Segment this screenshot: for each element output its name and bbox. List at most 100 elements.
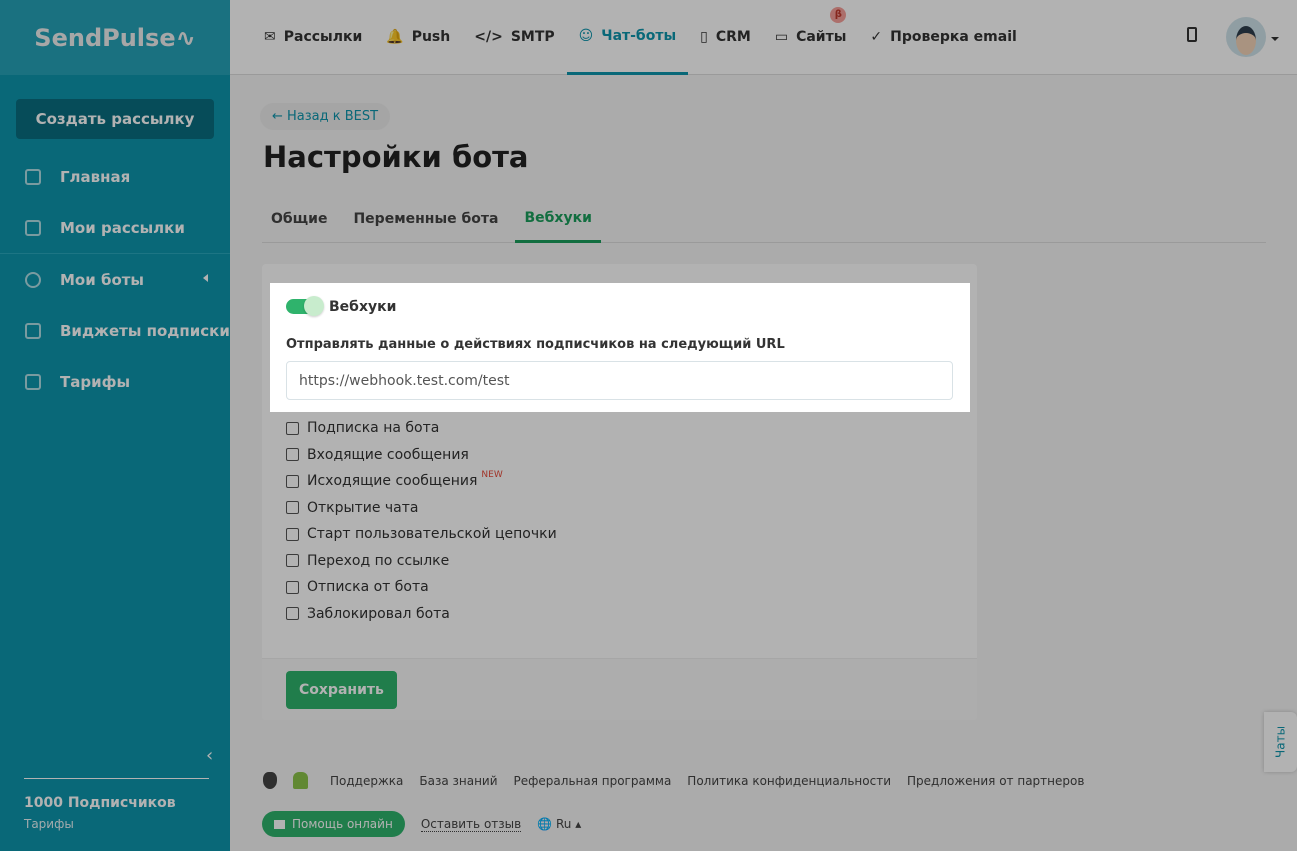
sidebar-item-bots[interactable]: Мои боты xyxy=(0,254,230,305)
highlighted-webhook-settings: Вебхуки Отправлять данные о действиях по… xyxy=(270,283,970,412)
topnav-label: Проверка email xyxy=(890,29,1017,45)
collapse-sidebar-icon[interactable]: ‹ xyxy=(206,745,213,766)
language-selector[interactable]: Ru xyxy=(556,817,571,831)
sidebar-item-campaigns[interactable]: Мои рассылки xyxy=(0,202,230,253)
topnav-email-verify[interactable]: ✓ Проверка email xyxy=(858,0,1028,75)
sidebar-item-home[interactable]: Главная xyxy=(0,151,230,202)
pulse-icon: ∿ xyxy=(175,23,196,52)
sidebar-item-label: Главная xyxy=(60,167,131,186)
checkbox[interactable] xyxy=(286,607,299,621)
leave-review-link[interactable]: Оставить отзыв xyxy=(420,817,522,832)
sidebar-item-widgets[interactable]: Виджеты подписки xyxy=(0,305,230,356)
event-label: Отписка от бота xyxy=(307,579,429,596)
create-campaign-button[interactable]: Создать рассылку xyxy=(16,99,214,139)
footer-link-knowledge-base[interactable]: База знаний xyxy=(419,774,497,788)
globe-icon: 🌐 xyxy=(537,817,556,831)
event-incoming[interactable]: Входящие сообщения xyxy=(286,442,557,469)
event-open-chat[interactable]: Открытие чата xyxy=(286,495,557,522)
event-unsubscribe[interactable]: Отписка от бота xyxy=(286,574,557,601)
topnav-label: Чат-боты xyxy=(601,27,677,44)
topnav-label: Push xyxy=(411,29,451,45)
topnav-sites[interactable]: ▭ Сайты β xyxy=(763,0,859,75)
avatar[interactable] xyxy=(1226,17,1266,57)
sidebar-item-pricing[interactable]: Тарифы xyxy=(0,356,230,407)
topnav-crm[interactable]: ▯ CRM xyxy=(688,0,763,75)
sidebar: SendPulse ∿ Создать рассылку Главная Мои … xyxy=(0,0,230,851)
event-label: Заблокировал бота xyxy=(307,605,450,622)
footer-link-referral[interactable]: Реферальная программа xyxy=(514,774,672,788)
widget-icon xyxy=(25,322,41,339)
tab-webhooks[interactable]: Вебхуки xyxy=(515,195,601,243)
footer-link-privacy[interactable]: Политика конфиденциальности xyxy=(687,774,891,788)
event-label: Переход по ссылке xyxy=(307,552,450,569)
topnav-label: Сайты xyxy=(796,29,847,45)
apple-icon[interactable] xyxy=(263,772,277,789)
event-outgoing[interactable]: Исходящие сообщения NEW xyxy=(286,468,557,495)
android-icon[interactable] xyxy=(293,772,308,789)
tab-bot-variables[interactable]: Переменные бота xyxy=(344,195,507,243)
checkbox[interactable] xyxy=(286,448,299,462)
topnav-label: SMTP xyxy=(510,29,555,45)
logo[interactable]: SendPulse ∿ xyxy=(0,0,230,75)
event-link-click[interactable]: Переход по ссылке xyxy=(286,548,557,575)
subscriber-count: 1000 Подписчиков xyxy=(24,795,176,811)
topnav-chatbots[interactable]: ☺ Чат-боты xyxy=(566,0,689,75)
checkbox[interactable] xyxy=(286,421,299,435)
checkbox[interactable] xyxy=(286,580,299,594)
help-online-button[interactable]: Помощь онлайн xyxy=(262,811,405,837)
webhooks-toggle[interactable] xyxy=(286,296,324,316)
top-nav: ✉ Рассылки 🔔 Push </> SMTP ☺ Чат-боты ▯ CRM ▭… xyxy=(230,0,1297,75)
event-blocked[interactable]: Заблокировал бота xyxy=(286,601,557,628)
event-label: Исходящие сообщения xyxy=(307,473,478,490)
footer-links: Поддержка База знаний Реферальная програ… xyxy=(263,772,1100,789)
event-label: Старт пользовательской цепочки xyxy=(307,526,557,543)
mail-icon: ✉ xyxy=(264,29,276,45)
topnav-campaigns[interactable]: ✉ Рассылки xyxy=(252,0,374,75)
chat-bubble-icon xyxy=(274,819,285,829)
crm-icon: ▯ xyxy=(700,29,708,45)
checkbox[interactable] xyxy=(286,527,299,541)
event-subscribe[interactable]: Подписка на бота xyxy=(286,415,557,442)
code-icon: </> xyxy=(474,29,503,45)
sidebar-item-label: Мои рассылки xyxy=(60,218,185,237)
sidebar-item-label: Тарифы xyxy=(60,372,131,391)
topnav-push[interactable]: 🔔 Push xyxy=(374,0,462,75)
chatbot-icon: ☺ xyxy=(578,27,594,44)
check-circle-icon: ✓ xyxy=(870,29,883,45)
help-label: Помощь онлайн xyxy=(292,817,393,831)
footer-link-support[interactable]: Поддержка xyxy=(330,774,403,788)
event-label: Входящие сообщения xyxy=(307,446,469,463)
tabs: Общие Переменные бота Вебхуки xyxy=(262,195,1266,243)
back-link[interactable]: ← Назад к BEST xyxy=(260,103,391,130)
checkbox[interactable] xyxy=(286,554,299,568)
chevron-down-icon[interactable] xyxy=(1271,37,1279,41)
pricing-link[interactable]: Тарифы xyxy=(24,817,209,831)
event-flow-start[interactable]: Старт пользовательской цепочки xyxy=(286,521,557,548)
event-list: Подписка на бота Входящие сообщения Исхо… xyxy=(286,415,557,627)
tab-general[interactable]: Общие xyxy=(262,195,336,243)
brand-name: SendPulse xyxy=(34,23,176,52)
mobile-icon[interactable] xyxy=(1187,27,1197,42)
event-label: Открытие чата xyxy=(307,499,419,516)
wallet-icon xyxy=(25,373,41,390)
globe-icon xyxy=(25,271,41,288)
checkbox[interactable] xyxy=(286,474,299,488)
checkbox[interactable] xyxy=(286,501,299,515)
inbox-icon xyxy=(25,219,41,236)
chats-tab[interactable]: Чаты xyxy=(1264,712,1297,772)
event-label: Подписка на бота xyxy=(307,420,440,437)
caret-up-icon: ▴ xyxy=(571,817,582,831)
webhook-url-input[interactable] xyxy=(286,361,953,400)
new-badge: NEW xyxy=(481,470,503,481)
bell-icon: 🔔 xyxy=(386,29,404,45)
webhooks-toggle-label: Вебхуки xyxy=(329,299,397,315)
topnav-label: Рассылки xyxy=(283,29,363,45)
url-label: Отправлять данные о действиях подписчико… xyxy=(286,337,785,352)
footer-link-partners[interactable]: Предложения от партнеров xyxy=(907,774,1084,788)
topnav-smtp[interactable]: </> SMTP xyxy=(462,0,566,75)
beta-badge: β xyxy=(830,6,847,23)
caret-left-icon xyxy=(203,274,208,282)
save-button[interactable]: Сохранить xyxy=(286,671,397,709)
site-icon: ▭ xyxy=(774,29,789,45)
sidebar-item-label: Виджеты подписки xyxy=(60,321,230,340)
